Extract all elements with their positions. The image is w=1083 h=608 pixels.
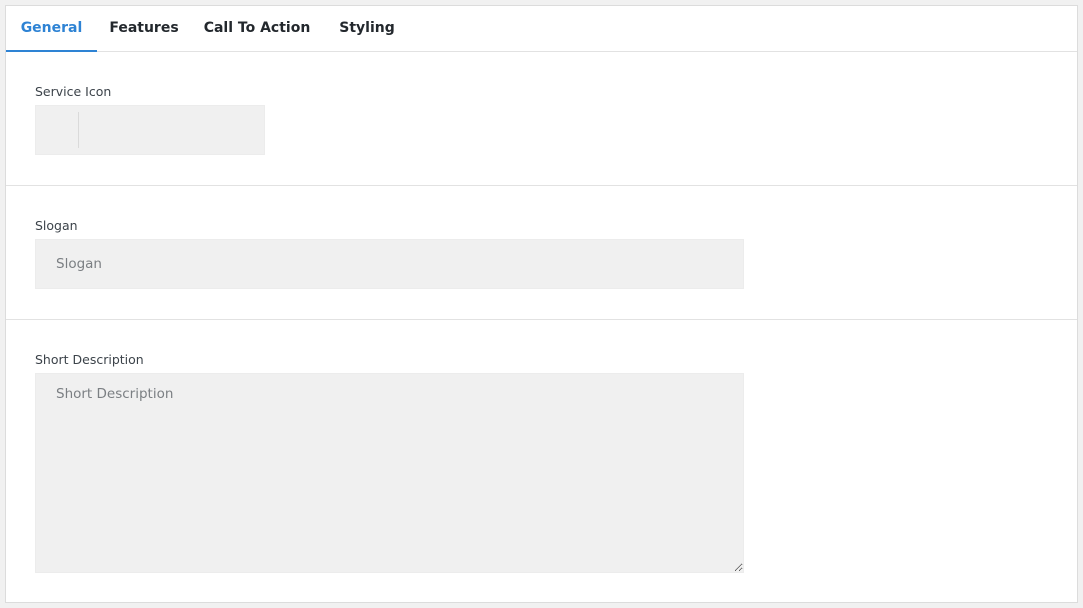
short-description-textarea[interactable] xyxy=(35,373,744,573)
slogan-input[interactable] xyxy=(35,239,744,289)
service-icon-label: Service Icon xyxy=(35,84,112,99)
icon-preview-slot xyxy=(36,112,79,148)
service-icon-section: Service Icon xyxy=(6,52,1077,186)
short-description-section: Short Description xyxy=(6,320,1077,602)
slogan-label: Slogan xyxy=(35,218,78,233)
service-icon-picker[interactable] xyxy=(35,105,265,155)
tab-features[interactable]: Features xyxy=(97,6,191,52)
tab-general[interactable]: General xyxy=(6,6,97,52)
tab-call-to-action[interactable]: Call To Action xyxy=(191,6,323,52)
short-description-label: Short Description xyxy=(35,352,144,367)
settings-panel: General Features Call To Action Styling … xyxy=(5,5,1078,603)
tab-bar: General Features Call To Action Styling xyxy=(6,6,1077,52)
slogan-section: Slogan xyxy=(6,186,1077,320)
tab-styling[interactable]: Styling xyxy=(323,6,411,52)
